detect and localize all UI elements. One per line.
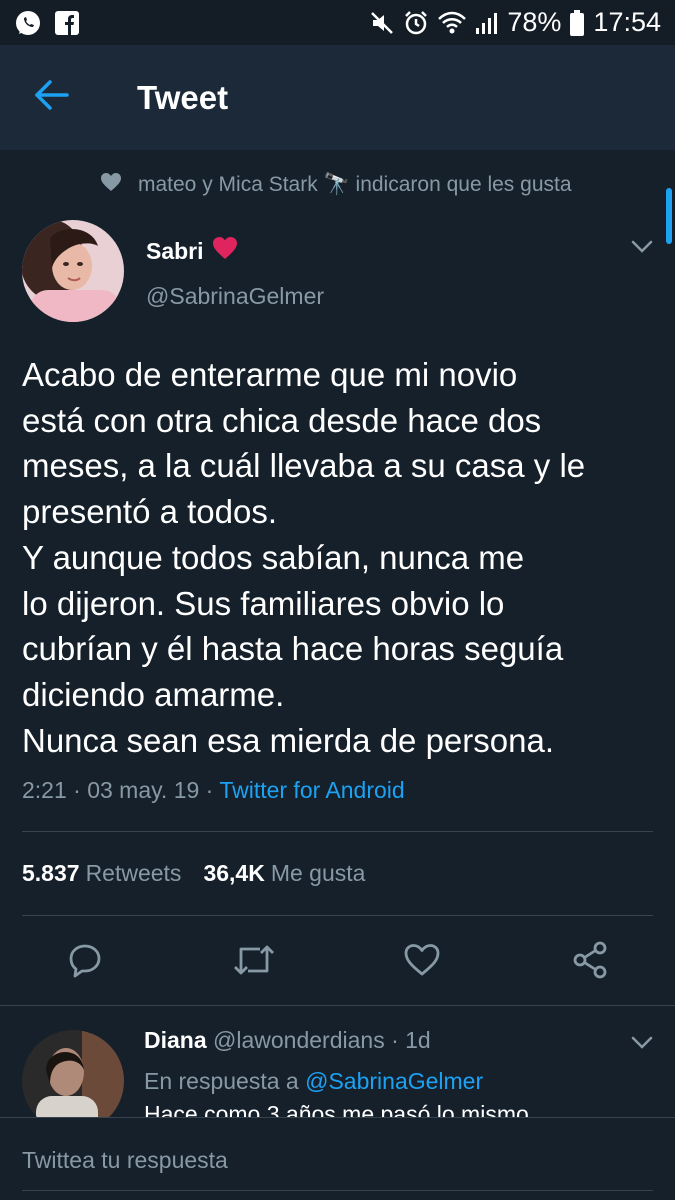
reply-meta: @lawonderdians · 1d [206, 1027, 431, 1053]
alarm-icon [403, 10, 429, 36]
tweet-text-line: presentó a todos. [22, 493, 278, 531]
page-title: Tweet [137, 78, 229, 116]
facebook-icon [54, 10, 80, 36]
reply-text: Hace como 3 años me pasó lo mismo [144, 1103, 529, 1117]
tweet-source-link[interactable]: Twitter for Android [219, 777, 404, 803]
reply-icon [67, 942, 103, 983]
signal-icon [475, 10, 499, 36]
retweet-button[interactable] [232, 940, 276, 984]
red-heart-emoji-icon [212, 236, 238, 266]
status-bar-right: 78% 17:54 [369, 7, 661, 38]
author-avatar[interactable] [22, 220, 124, 322]
share-icon [572, 941, 608, 984]
battery-percent: 78% [507, 7, 562, 37]
tweet-text-line: lo dijeron. Sus familiares obvio lo [22, 584, 505, 622]
chevron-down-icon [631, 240, 653, 259]
top-app-bar: Tweet [0, 45, 675, 150]
author-name[interactable]: Sabri [146, 236, 238, 266]
likes-stat[interactable]: 36,4K Me gusta [203, 860, 365, 887]
retweets-stat[interactable]: 5.837 Retweets [22, 860, 181, 887]
reply-text-content: Hace como 3 años me pasó lo mismo [144, 1103, 529, 1117]
wifi-icon [437, 10, 467, 36]
divider [22, 831, 653, 832]
retweets-label: Retweets [85, 860, 182, 886]
status-bar: 78% 17:54 [0, 0, 675, 45]
tweet-text-line: diciendo amarme. [22, 675, 285, 713]
mute-icon [369, 10, 395, 36]
tweet-text-line: meses, a la cuál llevaba a su casa y le [22, 447, 586, 485]
share-button[interactable] [568, 940, 612, 984]
divider [0, 1005, 675, 1006]
in-reply-to-mention[interactable]: @SabrinaGelmer [305, 1068, 483, 1094]
heart-icon [100, 172, 122, 198]
like-icon [403, 943, 441, 982]
tweet-timestamp: 2:21 · 03 may. 19 · [22, 777, 220, 803]
reply-options-button[interactable] [629, 1032, 655, 1058]
scrollbar[interactable] [666, 188, 672, 244]
like-button[interactable] [400, 940, 444, 984]
tweet-text-line: cubrían y él hasta hace horas seguía [22, 630, 564, 668]
reply-button[interactable] [63, 940, 107, 984]
back-button[interactable] [22, 68, 82, 128]
likes-count: 36,4K [203, 860, 265, 886]
tweet-options-button[interactable] [629, 236, 655, 262]
liked-by-text: mateo y Mica Stark 🔭 indicaron que les g… [138, 173, 572, 196]
tweet-stats: 5.837 Retweets 36,4K Me gusta [22, 860, 365, 887]
author-handle[interactable]: @SabrinaGelmer [146, 283, 324, 310]
tweet-text: Acabo de enterarme que mi novio está con … [22, 352, 662, 763]
reply-input[interactable] [22, 1140, 652, 1180]
tweet-meta: 2:21 · 03 may. 19 · Twitter for Android [22, 777, 405, 804]
tweet-action-bar [0, 940, 675, 984]
liked-by-context[interactable]: mateo y Mica Stark 🔭 indicaron que les g… [100, 172, 572, 198]
in-reply-to-prefix: En respuesta a [144, 1068, 306, 1094]
reply-header: Diana @lawonderdians · 1d [144, 1027, 431, 1054]
chevron-down-icon [631, 1036, 653, 1055]
arrow-left-icon [35, 80, 69, 115]
reply-author-name[interactable]: Diana [144, 1027, 207, 1053]
in-reply-to: En respuesta a @SabrinaGelmer [144, 1068, 483, 1095]
tweet-text-line: Nunca sean esa mierda de persona. [22, 721, 554, 759]
composer-underline [22, 1190, 653, 1191]
reply-composer [0, 1117, 675, 1200]
retweet-icon [232, 943, 276, 982]
clock: 17:54 [593, 7, 661, 37]
battery-icon [569, 9, 585, 37]
tweet-text-line: Y aunque todos sabían, nunca me [22, 538, 525, 576]
whatsapp-icon [14, 9, 42, 37]
divider [22, 915, 653, 916]
author-name-text: Sabri [146, 237, 204, 264]
tweet-text-line: Acabo de enterarme que mi novio [22, 356, 518, 393]
status-bar-left [14, 9, 80, 37]
likes-label: Me gusta [270, 860, 366, 886]
tweet-text-line: está con otra chica desde hace dos [22, 401, 542, 439]
retweets-count: 5.837 [22, 860, 80, 886]
